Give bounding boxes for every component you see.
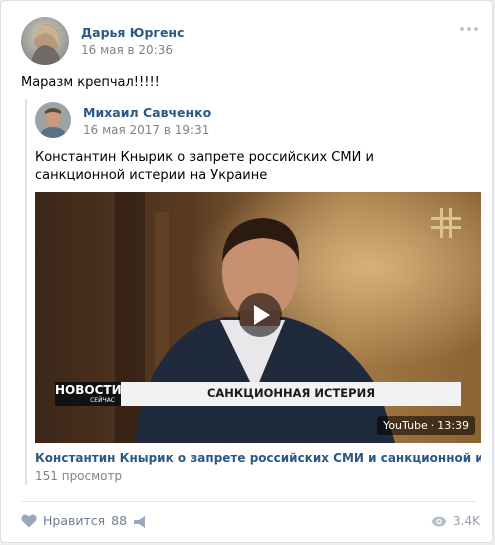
play-icon[interactable] xyxy=(238,293,282,337)
post-date[interactable]: 16 мая в 20:36 xyxy=(81,43,173,57)
video-title-link[interactable]: Константин Кнырик о запрете российских С… xyxy=(35,451,481,465)
author-avatar[interactable] xyxy=(21,17,69,65)
repost-divider xyxy=(25,99,27,485)
footer-divider xyxy=(21,501,476,502)
repost-date[interactable]: 16 мая 2017 в 19:31 xyxy=(83,123,209,137)
post-views: 3.4K xyxy=(431,514,480,528)
repost-author-name[interactable]: Михаил Савченко xyxy=(83,105,211,120)
share-icon[interactable] xyxy=(133,515,149,532)
video-duration-badge: YouTube · 13:39 xyxy=(377,416,475,435)
video-player[interactable]: НОВОСТИ СЕЙЧАС САНКЦИОННАЯ ИСТЕРИЯ YouTu… xyxy=(35,192,481,443)
like-button[interactable]: Нравится 88 xyxy=(21,513,127,528)
more-icon[interactable] xyxy=(460,27,478,31)
author-name[interactable]: Дарья Юргенс xyxy=(81,25,184,40)
post-views-count: 3.4K xyxy=(453,514,480,528)
news-logo-sub: СЕЙЧАС xyxy=(90,397,115,404)
repost-author-avatar[interactable] xyxy=(35,102,71,138)
video-source: YouTube xyxy=(383,419,428,432)
heart-icon xyxy=(21,514,37,527)
post-text: Маразм крепчал!!!!! xyxy=(21,75,160,90)
video-duration: 13:39 xyxy=(437,419,469,432)
like-count: 88 xyxy=(111,513,128,528)
news-logo: НОВОСТИ xyxy=(55,383,122,397)
post-card: Дарья Юргенс 16 мая в 20:36 Маразм крепч… xyxy=(0,0,493,543)
like-label: Нравится xyxy=(43,513,106,528)
video-views: 151 просмотр xyxy=(35,469,123,483)
repost-text: Константин Кнырик о запрете российских С… xyxy=(35,150,374,183)
eye-icon xyxy=(431,516,447,526)
video-caption: САНКЦИОННАЯ ИСТЕРИЯ xyxy=(206,386,376,400)
